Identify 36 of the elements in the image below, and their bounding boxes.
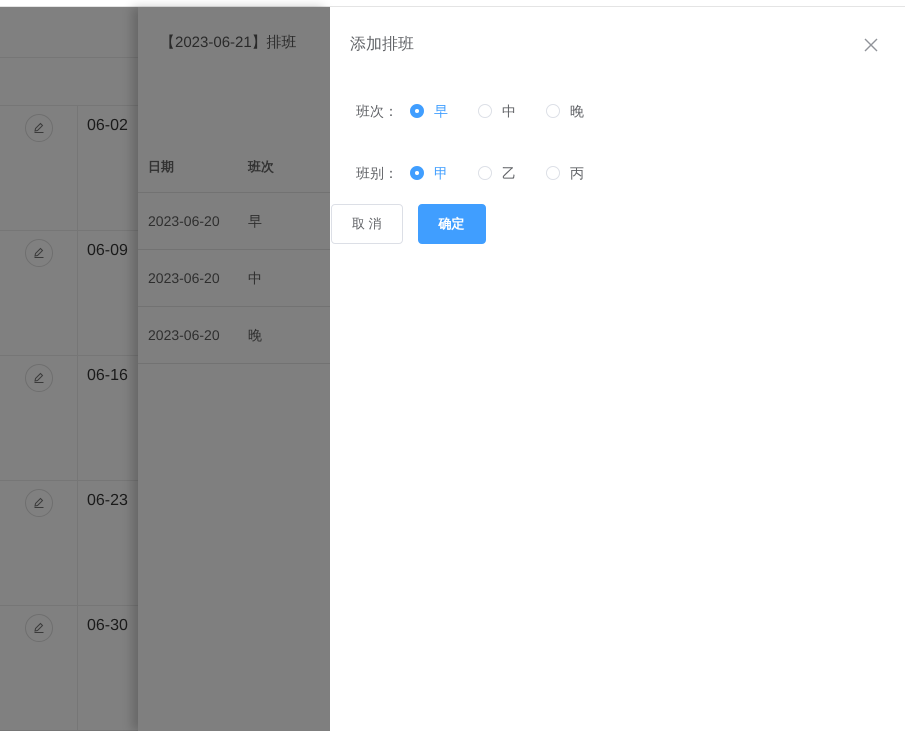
pencil-icon [32,622,44,634]
calendar-date: 06-30 [87,617,128,634]
field-label: 班次： [356,102,399,120]
pencil-icon [32,372,44,384]
edit-button[interactable] [24,114,52,142]
cancel-button[interactable]: 取 消 [331,204,403,244]
table-cell-text: 中 [248,268,262,288]
calendar-date: 06-09 [87,242,128,259]
dialog-title: 添加排班 [350,34,414,55]
drawer-title: 【2023-06-21】排班 [160,34,297,51]
radio-option[interactable]: 丙 [546,162,614,184]
pencil-icon [32,497,44,509]
radio-option[interactable]: 中 [478,100,546,122]
table-cell-text: 晚 [248,326,262,344]
edit-button[interactable] [24,614,52,642]
edit-button[interactable] [24,489,52,517]
edit-button[interactable] [24,239,52,267]
pencil-icon [32,122,44,134]
table-cell-text: 2023-06-20 [148,326,221,344]
close-button[interactable] [863,37,879,53]
table-cell-text: 早 [248,212,262,230]
column-header: 日期 [148,158,175,176]
field-label: 班别： [356,164,399,182]
radio-button[interactable] [410,104,424,118]
edit-button[interactable] [24,364,52,392]
table-cell-text: 2023-06-20 [148,212,221,230]
table-cell-text: 2023-06-20 [148,268,221,288]
radio-option[interactable]: 晚 [546,100,614,122]
pencil-icon [32,247,44,259]
radio-button[interactable] [410,166,424,180]
column-header: 班次 [248,158,274,176]
radio-option[interactable]: 乙 [478,162,546,184]
calendar-date: 06-16 [87,367,128,384]
calendar-date: 06-23 [87,492,128,509]
calendar-date: 06-02 [87,117,128,134]
close-icon [864,38,878,52]
